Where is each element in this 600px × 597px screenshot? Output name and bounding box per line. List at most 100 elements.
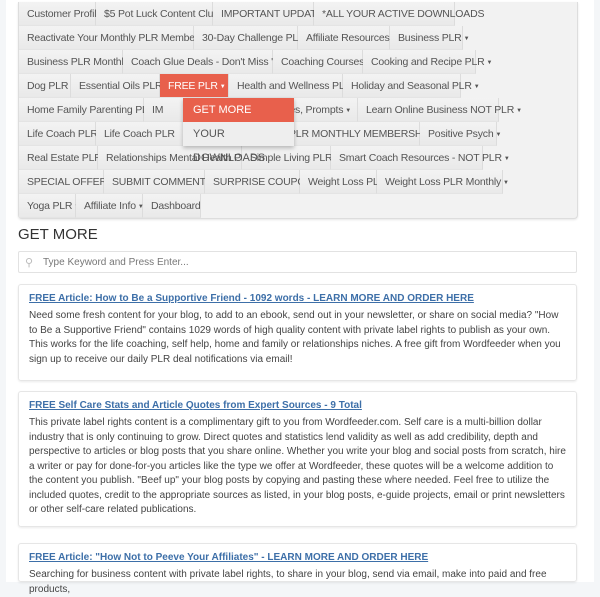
menu-item-label: Positive Psych — [428, 128, 494, 140]
menu-item[interactable]: SUBMIT COMMENTS▼ — [104, 170, 221, 194]
menu-item[interactable]: Coach Glue Deals - Don't Miss 'Em!▼ — [123, 50, 299, 74]
menu-item[interactable]: Essential Oils PLR▼ — [71, 74, 170, 98]
menu-item[interactable]: Life Coach PLR▼ — [19, 122, 106, 146]
menu-item-label: SURPRISE COUPON — [213, 176, 313, 188]
menu-item[interactable]: Cooking and Recipe PLR ▼ — [363, 50, 492, 74]
menu-item[interactable]: Yoga PLR▼ — [19, 194, 80, 218]
chevron-down-icon: ▼ — [503, 180, 509, 186]
menu-item-label: Affiliate Resources — [306, 32, 390, 44]
menu-item-label: Dashboard — [151, 200, 201, 212]
menu-item[interactable]: Reactivate Your Monthly PLR Memberships — [19, 26, 222, 50]
menu-item[interactable]: FREE PLR ▼ — [160, 74, 229, 98]
search-box: ⚲ — [18, 251, 577, 273]
menu-item[interactable]: Smart Coach Resources - NOT PLR ▼ — [331, 146, 510, 170]
menu-item[interactable]: Affiliate Resources▼ — [298, 26, 398, 50]
dropdown-item-get-more[interactable]: GET MORE — [183, 98, 294, 122]
menu-row: Dog PLR▼Essential Oils PLR▼FREE PLR▼Heal… — [19, 74, 577, 98]
menu-item-label: Coaching Courses — [281, 56, 365, 68]
menu-item-label: Life Coach PLR — [104, 128, 175, 140]
menu-item-label: 30-Day Challenge PLR — [202, 32, 306, 44]
menu-item-label: Life Coach PLR — [27, 128, 98, 140]
menu-item[interactable]: Coaching Courses▼ — [273, 50, 372, 74]
menu-item-label: Home Family Parenting PLR — [27, 104, 156, 116]
article-title-link[interactable]: FREE Article: "How Not to Peeve Your Aff… — [29, 552, 566, 563]
chevron-down-icon: ▼ — [495, 132, 502, 138]
menu-item[interactable]: Home Family Parenting PLR▼ — [19, 98, 163, 122]
menu-item-label: Dog PLR — [27, 80, 69, 92]
article-body: This private label rights content is a c… — [29, 417, 566, 515]
menu-row: Reactivate Your Monthly PLR Memberships 3… — [19, 26, 577, 50]
chevron-down-icon: ▼ — [345, 108, 351, 114]
menu-item[interactable]: *ALL YOUR ACTIVE DOWNLOADS — [314, 2, 484, 26]
dropdown-item-your-downloads[interactable]: YOUR DOWNLOADS — [183, 122, 294, 164]
menu-item[interactable]: Learn Online Business NOT PLR ▼ — [358, 98, 522, 122]
menu-item-label: Health and Wellness PLR — [237, 80, 352, 92]
article-title-link[interactable]: FREE Self Care Stats and Article Quotes … — [29, 400, 566, 411]
article-card: FREE Article: "How Not to Peeve Your Aff… — [18, 543, 577, 595]
menu-item[interactable]: Positive Psych ▼ — [420, 122, 501, 146]
menu-item[interactable]: Dog PLR▼ — [19, 74, 76, 98]
menu-item[interactable]: Holiday and Seasonal PLR ▼ — [343, 74, 480, 98]
menu-item-label: SPECIAL OFFERS — [27, 176, 114, 188]
article-title-link[interactable]: FREE Article: How to Be a Supportive Fri… — [29, 293, 566, 304]
menu-item-label: Yoga PLR — [27, 200, 73, 212]
menu-item-label: Cooking and Recipe PLR — [371, 56, 485, 68]
menu-item-label: SUBMIT COMMENTS — [112, 176, 213, 188]
menu-item[interactable]: Health and Wellness PLR▼ — [229, 74, 360, 98]
menu-row: Customer Profile $5 Pot Luck Content Club… — [19, 2, 577, 26]
chevron-down-icon: ▼ — [463, 36, 470, 42]
menu-row: Business PLR Monthly▼Coach Glue Deals - … — [19, 50, 577, 74]
article-card: FREE Self Care Stats and Article Quotes … — [18, 391, 577, 527]
page-title: GET MORE — [18, 226, 98, 243]
article-body: Need some fresh content for your blog, t… — [29, 310, 561, 365]
menu-item-label: Weight Loss PLR Monthly — [385, 176, 502, 188]
menu-item-label: Smart Coach Resources - NOT PLR — [339, 152, 502, 164]
menu-item[interactable]: Business PLR ▼ — [390, 26, 470, 50]
menu-item-label: Customer Profile — [27, 8, 102, 20]
menu-item-label: Holiday and Seasonal PLR — [351, 80, 472, 92]
menu-row: Home Family Parenting PLR▼IMng Challenge… — [19, 98, 577, 122]
article-body: Searching for business content with priv… — [29, 569, 547, 595]
menu-item[interactable]: $5 Pot Luck Content Club▼ — [96, 2, 227, 26]
menu-item[interactable]: Weight Loss PLR Monthly ▼ — [377, 170, 509, 194]
menu-item-label: Affiliate Info — [84, 200, 136, 212]
menu-item-label: FREE PLR — [168, 80, 218, 92]
search-icon: ⚲ — [25, 256, 34, 269]
menu-row: Life Coach PLR▼Life Coach PLRLR▼PLR MONT… — [19, 122, 577, 146]
menu-item-label: Essential Oils PLR — [79, 80, 163, 92]
menu-item-label: Business PLR Monthly — [27, 56, 129, 68]
menu-row: Yoga PLR▼Affiliate Info▼ Dashboard — [19, 194, 577, 218]
search-input[interactable] — [41, 255, 576, 269]
free-plr-dropdown: GET MORE YOUR DOWNLOADS — [183, 98, 294, 164]
article-card: FREE Article: How to Be a Supportive Fri… — [18, 284, 577, 381]
menu-item[interactable]: 30-Day Challenge PLR▼ — [194, 26, 313, 50]
chevron-down-icon: ▼ — [503, 156, 510, 162]
menu-item-label: Weight Loss PLR — [308, 176, 386, 188]
menu-item[interactable]: Real Estate PLR▼ — [19, 146, 110, 170]
menu-item[interactable]: SPECIAL OFFERS▼ — [19, 170, 122, 194]
menu-item-label: Coach Glue Deals - Don't Miss 'Em! — [131, 56, 292, 68]
menu-item[interactable]: PLR MONTHLY MEMBERSHIPS▼ — [281, 122, 447, 146]
menu-item-label: IM — [152, 104, 164, 116]
menu-item-label: Business PLR — [398, 32, 462, 44]
menu-row: SPECIAL OFFERS▼SUBMIT COMMENTS▼SURPRISE … — [19, 170, 577, 194]
chevron-down-icon: ▼ — [516, 108, 522, 114]
menu-row: Real Estate PLR▼Relationships Mental Hea… — [19, 146, 577, 170]
menu-item[interactable]: Customer Profile — [19, 2, 102, 26]
chevron-down-icon: ▼ — [473, 84, 480, 90]
menu-item[interactable]: Weight Loss PLR▼ — [300, 170, 394, 194]
menu-item-label: Learn Online Business NOT PLR — [366, 104, 515, 116]
main-menu: Customer Profile $5 Pot Luck Content Club… — [18, 2, 578, 219]
menu-item[interactable]: IMPORTANT UPDATES — [213, 2, 330, 26]
menu-item-label: Real Estate PLR — [27, 152, 102, 164]
menu-item-label: *ALL YOUR ACTIVE DOWNLOADS — [322, 8, 485, 20]
menu-item[interactable]: Business PLR Monthly▼ — [19, 50, 137, 74]
menu-item[interactable]: Affiliate Info ▼ — [76, 194, 144, 218]
menu-item-label: $5 Pot Luck Content Club — [104, 8, 219, 20]
menu-item[interactable]: Dashboard — [143, 194, 201, 218]
menu-item[interactable]: SURPRISE COUPON▼ — [205, 170, 321, 194]
menu-item-label: PLR MONTHLY MEMBERSHIPS — [289, 128, 439, 140]
chevron-down-icon: ▼ — [486, 60, 493, 66]
menu-item-label: Reactivate Your Monthly PLR Memberships — [27, 32, 222, 44]
chevron-down-icon: ▼ — [219, 84, 226, 90]
